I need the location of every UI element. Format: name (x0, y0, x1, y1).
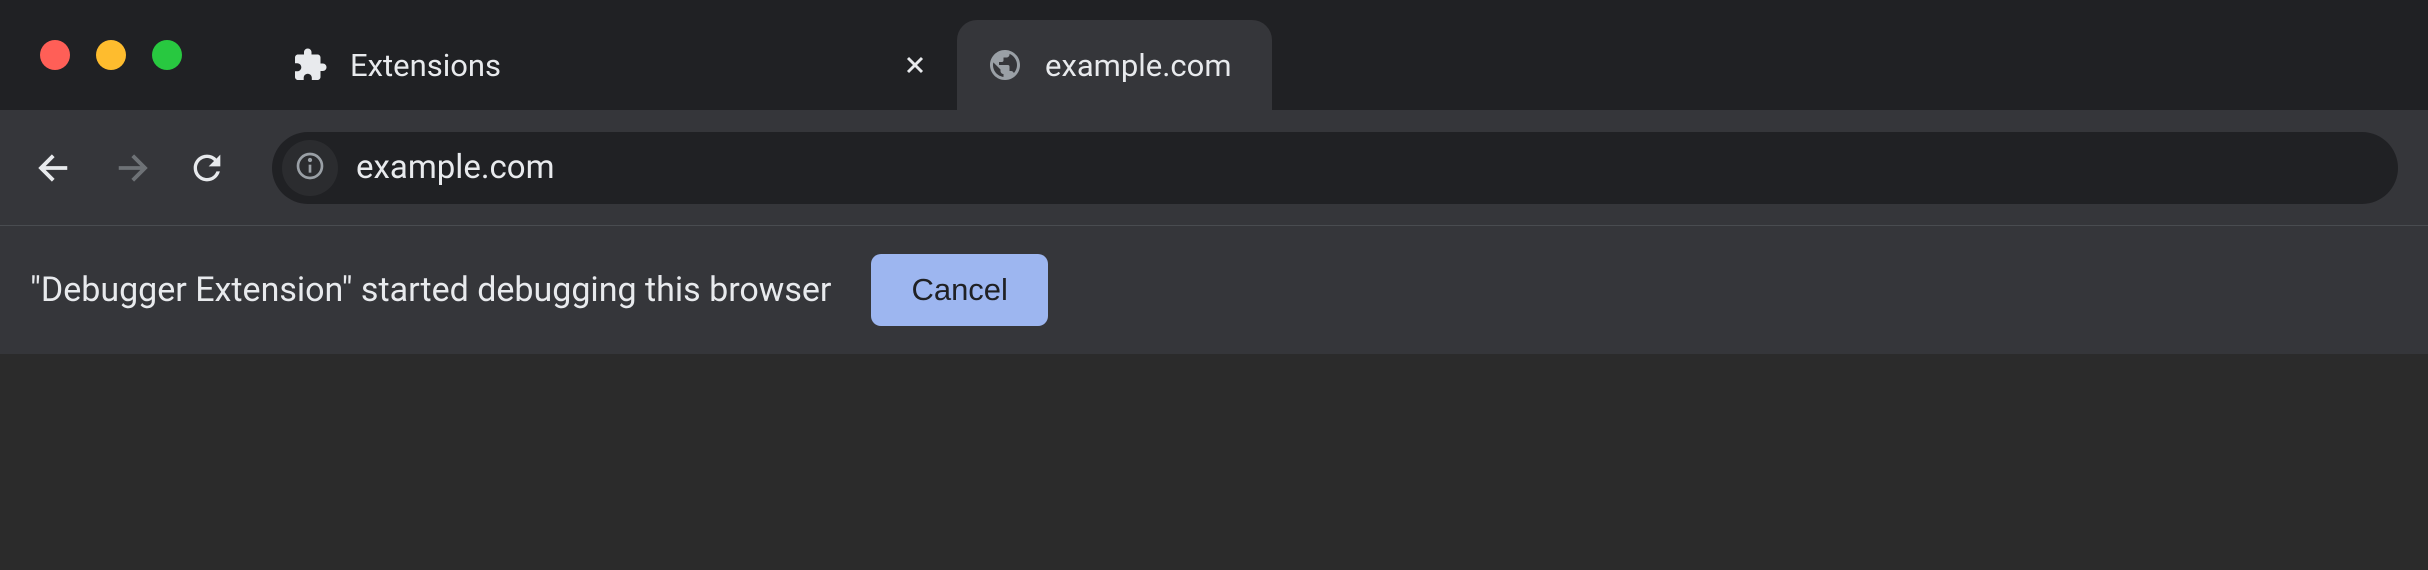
tab-title: example.com (1045, 47, 1232, 84)
tab-example-com[interactable]: example.com (957, 20, 1272, 110)
minimize-window-button[interactable] (96, 40, 126, 70)
close-tab-button[interactable] (901, 51, 929, 79)
tab-bar: Extensions example.com (0, 0, 2428, 110)
back-button[interactable] (30, 143, 80, 193)
toolbar: example.com (0, 110, 2428, 226)
window-controls (40, 40, 182, 70)
tab-strip: Extensions example.com (262, 0, 1272, 110)
cancel-button[interactable]: Cancel (871, 254, 1048, 326)
address-bar[interactable]: example.com (272, 132, 2398, 204)
infobar-message: "Debugger Extension" started debugging t… (30, 270, 831, 310)
reload-button[interactable] (182, 143, 232, 193)
url-display: example.com (356, 148, 555, 187)
maximize-window-button[interactable] (152, 40, 182, 70)
forward-button[interactable] (106, 143, 156, 193)
tab-extensions[interactable]: Extensions (262, 20, 957, 110)
tab-title: Extensions (350, 47, 879, 84)
site-info-button[interactable] (282, 140, 338, 196)
globe-icon (987, 47, 1023, 83)
info-icon (294, 150, 326, 186)
debugger-infobar: "Debugger Extension" started debugging t… (0, 226, 2428, 354)
close-window-button[interactable] (40, 40, 70, 70)
puzzle-icon (292, 47, 328, 83)
